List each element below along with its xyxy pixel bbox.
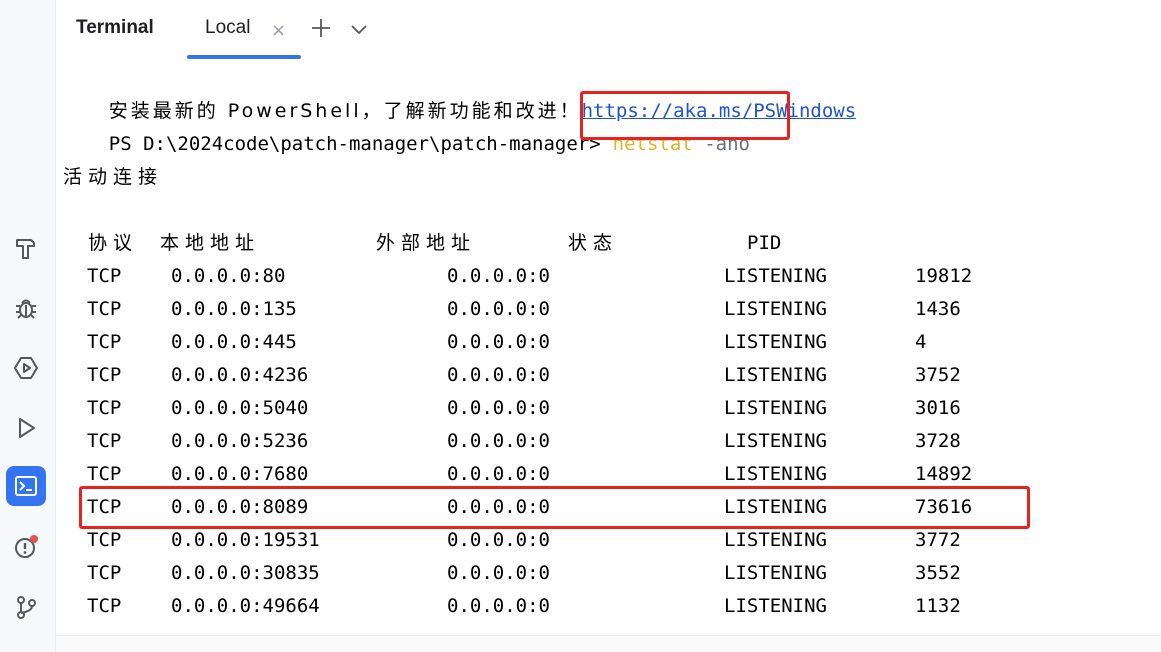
cell-pid: 1436 (915, 298, 961, 320)
tool-window-stripe (0, 0, 56, 652)
table-row: TCP 0.0.0.0:445 0.0.0.0:0 LISTENING 4 (63, 326, 1063, 359)
run-tool-button[interactable] (6, 408, 46, 448)
cell-foreign: 0.0.0.0:0 (447, 331, 550, 353)
cell-foreign: 0.0.0.0:0 (447, 397, 550, 419)
terminal-header: Terminal Local × (56, 0, 1161, 59)
cell-state: LISTENING (724, 298, 827, 320)
cell-proto: TCP (87, 430, 122, 452)
table-row: TCP 0.0.0.0:5236 0.0.0.0:0 LISTENING 3728 (63, 425, 1063, 458)
add-tab-icon[interactable] (309, 16, 333, 40)
table-row: TCP 0.0.0.0:49664 0.0.0.0:0 LISTENING 1132 (63, 590, 1063, 623)
table-row: TCP 0.0.0.0:4236 0.0.0.0:0 LISTENING 3752 (63, 359, 1063, 392)
cell-pid: 3016 (915, 397, 961, 419)
col-proto: 协议 (88, 232, 139, 254)
row-highlight-box (79, 486, 1030, 529)
problems-tool-button[interactable] (6, 527, 46, 567)
command-highlight-box (580, 91, 790, 140)
close-tab-icon[interactable]: × (271, 20, 286, 41)
cell-proto: TCP (87, 562, 122, 584)
col-foreign: 外部地址 (376, 232, 477, 254)
cell-proto: TCP (87, 595, 122, 617)
cell-local: 0.0.0.0:30835 (171, 562, 320, 584)
prompt: PS D:\2024code\patch-manager\patch-manag… (108, 133, 601, 155)
tab-local[interactable]: Local × (187, 0, 301, 59)
run-icon (19, 418, 35, 438)
problems-icon (15, 535, 38, 558)
table-row: TCP 0.0.0.0:135 0.0.0.0:0 LISTENING 1436 (63, 293, 1063, 326)
table-header: 协议 本地地址 外部地址 状态 PID (63, 227, 1063, 260)
cell-local: 0.0.0.0:4236 (171, 364, 309, 386)
cell-proto: TCP (87, 364, 122, 386)
cell-proto: TCP (87, 397, 122, 419)
git-icon (17, 596, 36, 619)
section-title: 活动连接 (63, 166, 164, 188)
cell-pid: 3552 (915, 562, 961, 584)
col-pid: PID (747, 232, 782, 254)
bug-icon (16, 299, 36, 319)
cell-foreign: 0.0.0.0:0 (447, 562, 550, 584)
cell-local: 0.0.0.0:5040 (171, 397, 309, 419)
cell-state: LISTENING (724, 265, 827, 287)
cell-pid: 4 (915, 331, 927, 353)
cell-proto: TCP (87, 265, 122, 287)
status-bar (56, 635, 1161, 652)
col-state: 状态 (568, 232, 619, 254)
active-tab-indicator (187, 55, 301, 59)
cell-foreign: 0.0.0.0:0 (447, 265, 550, 287)
cell-foreign: 0.0.0.0:0 (447, 364, 550, 386)
cell-pid: 1132 (915, 595, 961, 617)
cell-state: LISTENING (724, 331, 827, 353)
cell-foreign: 0.0.0.0:0 (447, 298, 550, 320)
hammer-icon (16, 239, 35, 259)
table-row: TCP 0.0.0.0:30835 0.0.0.0:0 LISTENING 3552 (63, 557, 1063, 590)
terminal-icon (15, 476, 37, 496)
cell-local: 0.0.0.0:5236 (171, 430, 309, 452)
cell-foreign: 0.0.0.0:0 (447, 595, 550, 617)
services-icon (14, 357, 38, 379)
cell-state: LISTENING (724, 364, 827, 386)
cell-local: 0.0.0.0:80 (171, 265, 286, 287)
table-row: TCP 0.0.0.0:80 0.0.0.0:0 LISTENING 19812 (63, 260, 1063, 293)
cell-pid: 3752 (915, 364, 961, 386)
cell-local: 0.0.0.0:445 (171, 331, 297, 353)
cell-pid: 19812 (915, 265, 973, 287)
cell-state: LISTENING (724, 595, 827, 617)
cell-proto: TCP (87, 298, 122, 320)
cell-foreign: 0.0.0.0:0 (447, 430, 550, 452)
debug-tool-button[interactable] (6, 288, 46, 328)
chevron-down-icon[interactable] (348, 18, 370, 40)
git-tool-button[interactable] (6, 587, 46, 627)
cell-local: 0.0.0.0:49664 (171, 595, 320, 617)
col-local: 本地地址 (160, 232, 261, 254)
cell-pid: 3728 (915, 430, 961, 452)
build-tool-button[interactable] (6, 228, 46, 268)
cell-state: LISTENING (724, 397, 827, 419)
tool-window-title: Terminal (76, 17, 154, 38)
cell-proto: TCP (87, 331, 122, 353)
cell-state: LISTENING (724, 562, 827, 584)
cell-local: 0.0.0.0:135 (171, 298, 297, 320)
table-row: TCP 0.0.0.0:5040 0.0.0.0:0 LISTENING 3016 (63, 392, 1063, 425)
tab-label: Local (205, 17, 251, 38)
cell-state: LISTENING (724, 430, 827, 452)
services-tool-button[interactable] (6, 348, 46, 388)
terminal-tool-button[interactable] (6, 466, 46, 506)
